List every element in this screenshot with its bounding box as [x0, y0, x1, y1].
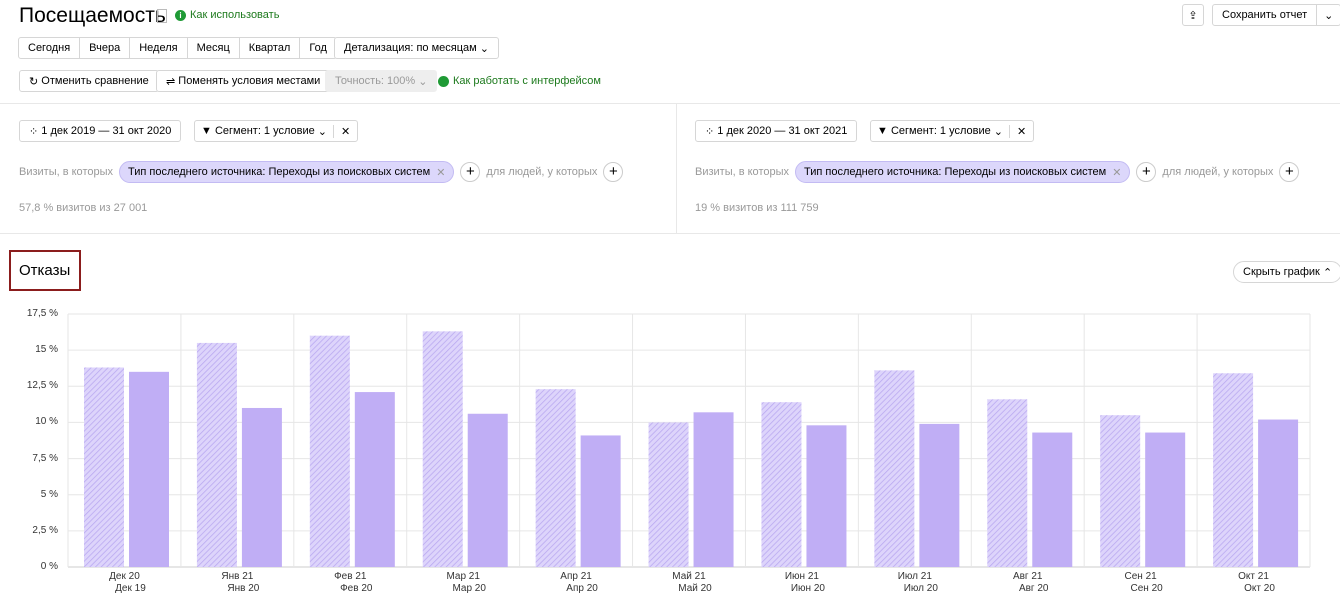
bar-hatched [1213, 373, 1254, 567]
bar-solid [467, 413, 508, 567]
bar-solid [241, 407, 282, 567]
x-tick-label: Авг 21 [1012, 571, 1043, 582]
x-tick-label: Дек 20 [109, 571, 140, 582]
bar-solid [693, 412, 734, 567]
y-tick-label: 0 % [40, 561, 58, 572]
x-tick-label: Фев 20 [340, 583, 373, 594]
y-tick-label: 5 % [40, 488, 58, 500]
bar-hatched [987, 399, 1028, 567]
x-tick-label: Июл 21 [897, 571, 932, 582]
x-tick-label: Окт 20 [1244, 583, 1275, 594]
x-tick-label: Мар 21 [446, 571, 480, 582]
x-tick-label: Апр 20 [566, 583, 598, 594]
bar-solid [806, 425, 847, 567]
x-tick-label: Янв 20 [227, 583, 260, 594]
bar-hatched [84, 367, 124, 567]
bar-hatched [422, 331, 463, 567]
x-tick-label: Май 20 [678, 583, 712, 594]
x-tick-label: Фев 21 [334, 571, 367, 582]
bar-hatched [535, 389, 576, 567]
bar-solid [354, 392, 395, 567]
x-tick-label: Окт 21 [1238, 571, 1269, 582]
x-tick-label: Апр 21 [560, 571, 592, 582]
x-tick-label: Янв 21 [221, 571, 254, 582]
x-tick-label: Сен 21 [1124, 571, 1157, 582]
y-tick-label: 12,5 % [26, 380, 58, 392]
y-tick-label: 17,5 % [26, 308, 58, 319]
x-tick-label: Июн 20 [790, 583, 825, 594]
bar-solid [1032, 432, 1073, 567]
x-tick-label: Мар 20 [452, 583, 486, 594]
y-tick-label: 7,5 % [32, 452, 58, 464]
bar-solid [919, 423, 960, 567]
x-tick-label: Июл 20 [903, 583, 938, 594]
y-tick-label: 15 % [35, 344, 58, 356]
bar-hatched [309, 335, 350, 567]
bar-solid [129, 371, 169, 567]
bar-hatched [761, 402, 802, 567]
x-tick-label: Авг 20 [1018, 583, 1049, 594]
bounce-chart [67, 313, 1311, 568]
y-tick-label: 10 % [35, 416, 58, 428]
bar-hatched [1100, 415, 1141, 567]
x-tick-label: Май 21 [672, 571, 706, 582]
x-tick-label: Сен 20 [1130, 583, 1163, 594]
bar-solid [580, 435, 621, 567]
bar-solid [1145, 432, 1186, 567]
x-tick-label: Дек 19 [115, 583, 146, 594]
y-tick-label: 2,5 % [32, 524, 58, 536]
bar-hatched [874, 370, 915, 567]
bar-hatched [196, 342, 237, 567]
bar-hatched [648, 422, 689, 567]
bar-solid [1258, 419, 1299, 567]
x-tick-label: Июн 21 [784, 571, 819, 582]
